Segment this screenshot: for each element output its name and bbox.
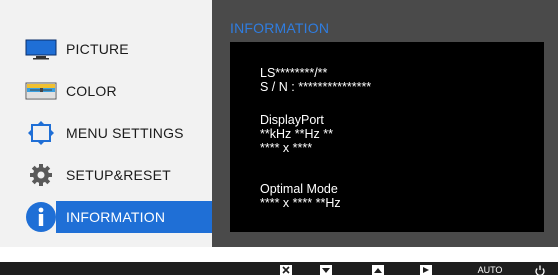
current-resolution: **** x **** xyxy=(260,141,313,155)
menu-item-color[interactable]: COLOR xyxy=(0,72,212,110)
color-icon xyxy=(24,78,58,104)
menu-item-setup-reset[interactable]: SETUP&RESET xyxy=(0,156,212,194)
gear-icon xyxy=(24,162,58,188)
monitor-icon xyxy=(24,36,58,62)
menu-item-picture[interactable]: PICTURE xyxy=(0,30,212,68)
up-arrow-icon[interactable] xyxy=(372,265,384,275)
right-arrow-icon[interactable] xyxy=(420,265,432,275)
button-guide-bar: AUTO xyxy=(0,262,558,276)
auto-button[interactable]: AUTO xyxy=(472,265,508,275)
model-name: LS********/** xyxy=(260,66,328,80)
menu-item-menu-settings[interactable]: MENU SETTINGS xyxy=(0,114,212,152)
input-source: DisplayPort xyxy=(260,113,324,127)
close-icon[interactable] xyxy=(280,265,292,275)
menu-item-label: MENU SETTINGS xyxy=(66,125,184,141)
menu-item-label: PICTURE xyxy=(66,41,129,57)
down-arrow-icon[interactable] xyxy=(320,265,332,275)
serial-number: S / N : *************** xyxy=(260,80,372,94)
menu-settings-icon xyxy=(24,120,58,146)
menu-item-information[interactable]: INFORMATION xyxy=(56,201,212,233)
info-box: LS********/** S / N : *************** Di… xyxy=(230,42,544,232)
panel-title: INFORMATION xyxy=(230,20,330,36)
info-icon xyxy=(24,200,58,234)
optimal-mode-label: Optimal Mode xyxy=(260,182,338,196)
menu-item-label: COLOR xyxy=(66,83,117,99)
menu-item-label: INFORMATION xyxy=(66,209,166,225)
osd-menu: PICTURE COLOR MENU SETTINGS SETUP&RESET … xyxy=(0,0,212,247)
signal-frequency: **kHz **Hz ** xyxy=(260,127,333,141)
optimal-mode-value: **** x **** **Hz xyxy=(260,196,341,210)
power-icon[interactable] xyxy=(534,265,546,276)
information-panel: INFORMATION LS********/** S / N : ******… xyxy=(212,0,558,247)
menu-item-label: SETUP&RESET xyxy=(66,167,171,183)
osd-window: PICTURE COLOR MENU SETTINGS SETUP&RESET … xyxy=(0,0,558,247)
